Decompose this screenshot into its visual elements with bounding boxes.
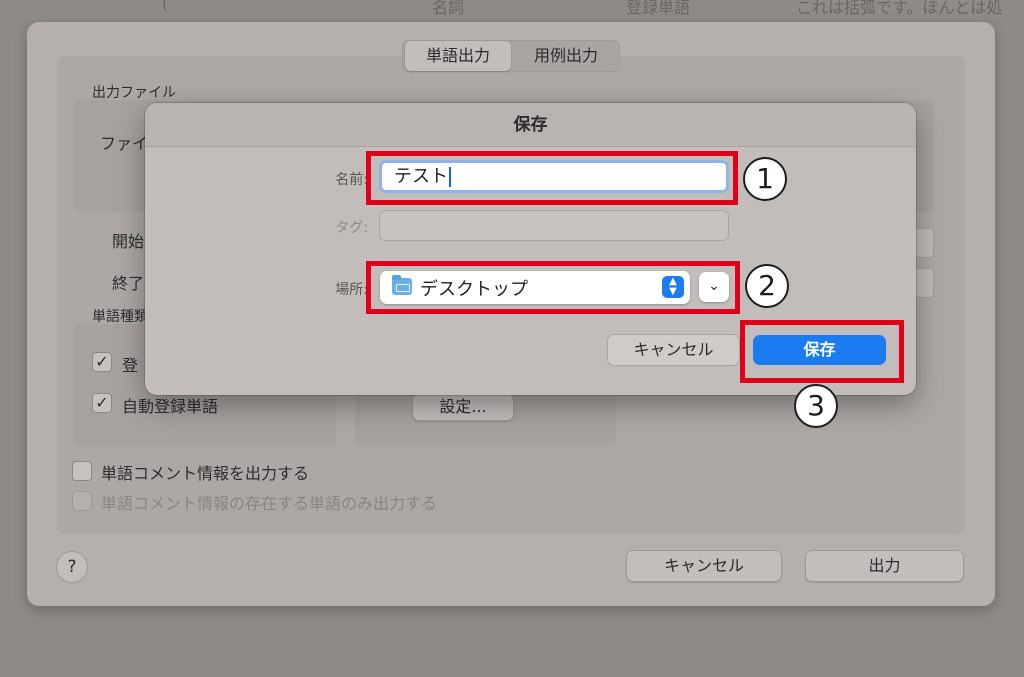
file-label: ファイ (100, 134, 149, 153)
callout-3: 3 (794, 384, 838, 428)
tag-label: タグ: (335, 220, 368, 236)
bg-column-2: 名詞 (432, 0, 465, 17)
word-type-label: 単語種類 (92, 309, 148, 325)
highlight-name-field (366, 151, 738, 205)
registered-word-label: 登 (122, 356, 139, 375)
registered-word-checkbox[interactable]: ✓ (92, 352, 112, 372)
output-file-label: 出力ファイル (92, 85, 176, 101)
background-list-row: ( 名詞 登録単語 これは括弧です。ほんとは処 (0, 0, 1024, 22)
auto-registered-word-checkbox[interactable]: ✓ (92, 393, 112, 413)
callout-2: 2 (745, 264, 789, 308)
tab-example-output[interactable]: 用例出力 (513, 41, 619, 71)
export-cancel-button[interactable]: キャンセル (626, 550, 782, 582)
highlight-location-field (366, 261, 740, 314)
comment-output-checkbox[interactable] (72, 461, 92, 481)
bg-column-1: ( (162, 0, 169, 13)
location-label: 場所: (335, 282, 368, 298)
bg-column-4: これは括弧です。ほんとは処 (796, 0, 1003, 17)
tab-word-output[interactable]: 単語出力 (405, 41, 511, 71)
start-label: 開始 (112, 232, 145, 251)
export-output-button[interactable]: 出力 (805, 550, 964, 582)
export-tab-control: 単語出力 用例出力 (402, 40, 620, 72)
name-label: 名前: (335, 172, 368, 188)
highlight-save-button (740, 320, 904, 383)
end-label: 終了 (112, 274, 145, 293)
save-dialog-title: 保存 (145, 103, 916, 147)
comment-only-checkbox (72, 491, 92, 511)
save-cancel-button[interactable]: キャンセル (607, 334, 740, 366)
bg-column-3: 登録単語 (626, 0, 691, 17)
help-button[interactable]: ? (56, 551, 88, 583)
settings-button[interactable]: 設定... (412, 393, 514, 421)
comment-output-label: 単語コメント情報を出力する (101, 464, 310, 483)
comment-only-label: 単語コメント情報の存在する単語のみ出力する (101, 494, 438, 513)
callout-1: 1 (743, 157, 787, 201)
tag-input[interactable] (379, 210, 729, 241)
auto-registered-word-label: 自動登録単語 (122, 397, 219, 416)
